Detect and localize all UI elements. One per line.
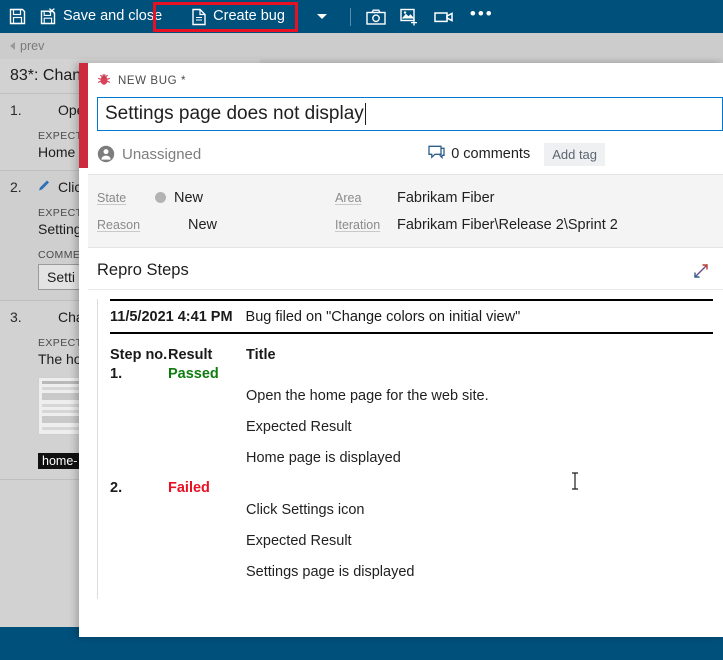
- state-field-row[interactable]: State New: [97, 184, 335, 211]
- create-bug-label: Create bug: [213, 8, 285, 25]
- new-bug-kind-row: NEW BUG *: [97, 73, 723, 89]
- repro-expected-label: Expected Result: [246, 533, 352, 549]
- area-field-row[interactable]: Area Fabrikam Fiber: [335, 184, 618, 211]
- fields-column-left: State New Reason New: [88, 184, 335, 238]
- background-attachment-chip[interactable]: home-: [38, 453, 82, 469]
- bug-filed-row: 11/5/2021 4:41 PM Bug filed on "Change c…: [110, 299, 713, 334]
- create-bug-group: Create bug: [181, 0, 334, 33]
- state-dot-icon: [155, 192, 166, 203]
- repro-steps-table-header: Step no. Result Title: [110, 347, 713, 363]
- bug-title-input[interactable]: Settings page does not display: [97, 97, 723, 131]
- dialog-meta-row: Unassigned 0 comments Add tag: [97, 134, 723, 174]
- repro-expected-value: Home page is displayed: [246, 450, 401, 466]
- state-value-text: New: [174, 189, 204, 206]
- dialog-content: NEW BUG * Settings page does not display: [88, 63, 723, 637]
- record-button[interactable]: [427, 0, 463, 33]
- iteration-value: Fabrikam Fiber\Release 2\Sprint 2: [397, 216, 618, 233]
- iteration-field-row[interactable]: Iteration Fabrikam Fiber\Release 2\Sprin…: [335, 211, 618, 238]
- repro-step-detail: Click Settings icon Expected Result Sett…: [246, 502, 713, 580]
- prev-arrow-icon: [10, 42, 15, 50]
- save-icon: [9, 8, 26, 25]
- reason-value: New: [188, 216, 218, 233]
- repro-step-result: Passed: [168, 366, 219, 382]
- repro-step-line: 1. Passed: [110, 366, 713, 382]
- add-tag-button[interactable]: Add tag: [544, 142, 606, 166]
- bug-fields-panel: State New Reason New Area Fabrikam Fiber…: [88, 174, 723, 248]
- repro-step-title: Open the home page for the web site.: [246, 388, 489, 404]
- fields-column-right: Area Fabrikam Fiber Iteration Fabrikam F…: [335, 184, 618, 238]
- repro-steps-content: 11/5/2021 4:41 PM Bug filed on "Change c…: [98, 299, 723, 580]
- background-step-number: 2.: [10, 179, 22, 195]
- toolbar-separator: [349, 7, 351, 26]
- state-label: State: [97, 190, 127, 205]
- save-and-close-label: Save and close: [63, 8, 163, 25]
- screenshot-root: Save and close Create bug ••• prev 83*: …: [0, 0, 723, 660]
- text-caret: [364, 103, 366, 125]
- column-result: Result: [168, 347, 213, 363]
- image-action-button[interactable]: [393, 0, 427, 33]
- reason-label: Reason: [97, 217, 141, 232]
- repro-expected-value: Settings page is displayed: [246, 564, 415, 580]
- camera-icon: [366, 9, 386, 25]
- comment-icon: [428, 145, 445, 164]
- repro-steps-header: Repro Steps: [88, 248, 723, 290]
- save-and-close-icon: [40, 8, 57, 25]
- chevron-down-icon[interactable]: [316, 14, 327, 19]
- edit-pencil-icon[interactable]: [38, 179, 52, 195]
- expand-diagonal-icon[interactable]: [693, 263, 709, 279]
- save-button[interactable]: [0, 0, 33, 33]
- dialog-header: NEW BUG * Settings page does not display: [88, 63, 723, 174]
- repro-steps-title: Repro Steps: [97, 261, 189, 279]
- background-step-number: 1.: [10, 102, 22, 118]
- reason-field-row[interactable]: Reason New: [97, 211, 335, 238]
- repro-step-line: 2. Failed: [110, 480, 713, 496]
- text-cursor-pointer: [570, 472, 580, 490]
- assigned-to-label: Unassigned: [122, 145, 202, 163]
- prev-navigation-bar[interactable]: prev: [0, 33, 723, 59]
- repro-step-number: 2.: [110, 480, 123, 496]
- bug-icon: [97, 72, 111, 91]
- repro-step-result: Failed: [168, 480, 210, 496]
- column-title: Title: [246, 347, 276, 363]
- save-and-close-button[interactable]: Save and close: [33, 0, 169, 33]
- screenshot-button[interactable]: [359, 0, 393, 33]
- state-value: New: [155, 190, 203, 206]
- iteration-label: Iteration: [335, 217, 381, 232]
- assigned-to-field[interactable]: Unassigned: [97, 145, 201, 163]
- new-bug-label: NEW BUG *: [118, 75, 187, 87]
- column-step-no: Step no.: [110, 347, 168, 363]
- new-file-icon: [191, 8, 207, 26]
- prev-label: prev: [20, 39, 45, 53]
- background-step-number: 3.: [10, 309, 22, 325]
- bug-title-value: Settings page does not display: [105, 103, 364, 124]
- video-camera-icon: [434, 10, 456, 24]
- image-action-icon: [400, 8, 420, 26]
- person-icon: [97, 145, 115, 163]
- repro-step-row-1: 1. Passed Open the home page for the web…: [110, 366, 713, 466]
- more-ellipsis-icon: •••: [469, 4, 494, 23]
- repro-step-row-2: 2. Failed Click Settings icon Expected R…: [110, 480, 713, 580]
- more-options-button[interactable]: •••: [463, 0, 501, 33]
- comments-label: 0 comments: [451, 146, 531, 162]
- repro-step-number: 1.: [110, 366, 123, 382]
- top-toolbar: Save and close Create bug •••: [0, 0, 723, 33]
- comments-link[interactable]: 0 comments: [428, 145, 530, 164]
- area-value: Fabrikam Fiber: [397, 189, 495, 206]
- repro-expected-label: Expected Result: [246, 419, 352, 435]
- create-bug-button[interactable]: Create bug: [181, 0, 334, 33]
- dialog-left-highlight-rail: [79, 63, 88, 168]
- repro-step-detail: Open the home page for the web site. Exp…: [246, 388, 713, 466]
- repro-steps-body[interactable]: 11/5/2021 4:41 PM Bug filed on "Change c…: [97, 299, 723, 599]
- bug-filed-date: 11/5/2021 4:41 PM: [110, 308, 233, 325]
- bug-filed-text: Bug filed on "Change colors on initial v…: [245, 308, 521, 325]
- new-bug-dialog: NEW BUG * Settings page does not display: [79, 63, 723, 637]
- area-label: Area: [335, 190, 362, 205]
- repro-step-title: Click Settings icon: [246, 502, 365, 518]
